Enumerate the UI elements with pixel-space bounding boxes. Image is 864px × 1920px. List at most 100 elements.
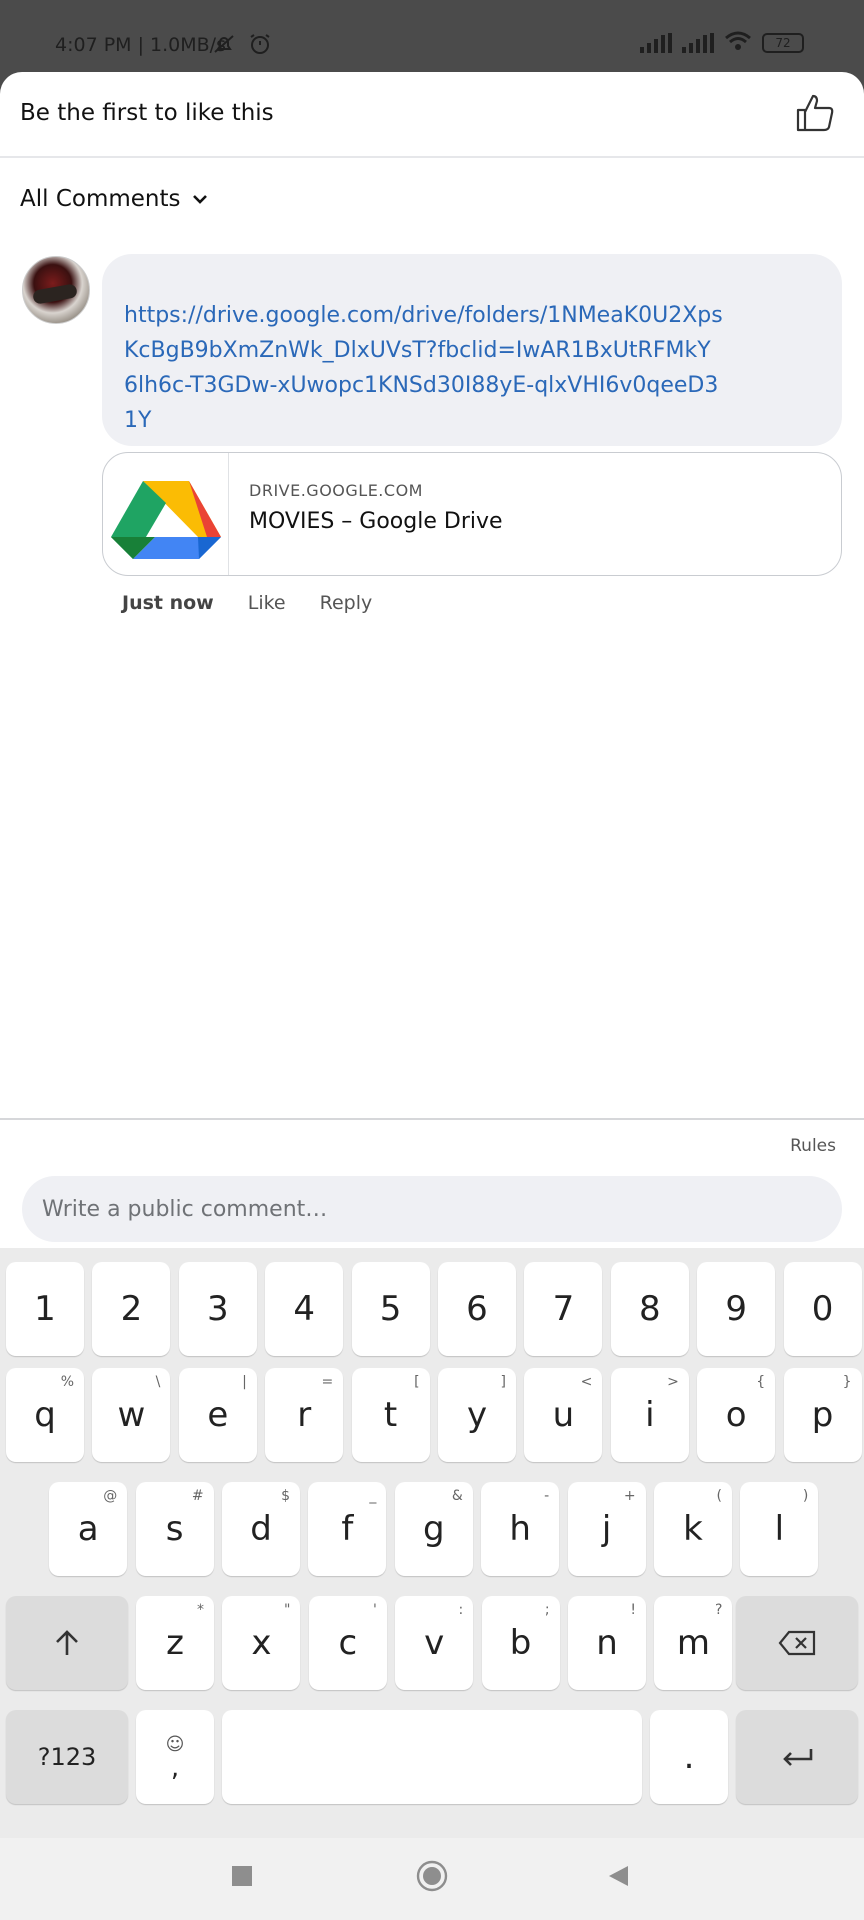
key-f[interactable]: _ f bbox=[308, 1482, 387, 1576]
avatar[interactable] bbox=[22, 256, 90, 324]
key-label: r bbox=[297, 1395, 312, 1435]
key-v[interactable]: :v bbox=[395, 1596, 474, 1690]
back-icon[interactable] bbox=[606, 1864, 630, 1892]
key-y[interactable]: ] y bbox=[438, 1368, 516, 1462]
key-hint: # bbox=[191, 1488, 204, 1504]
comment-bubble: https://drive.google.com/drive/folders/1… bbox=[102, 254, 842, 446]
key-label: e bbox=[207, 1395, 229, 1435]
like-link[interactable]: Like bbox=[248, 592, 286, 614]
key-label: 0 bbox=[811, 1289, 834, 1329]
key-hint: " bbox=[283, 1602, 291, 1618]
key-s[interactable]: # s bbox=[135, 1482, 214, 1576]
key-e[interactable]: | e bbox=[178, 1368, 257, 1462]
key-7[interactable]: 7 bbox=[524, 1262, 603, 1356]
key-label: c bbox=[338, 1623, 358, 1663]
recents-icon[interactable] bbox=[230, 1864, 254, 1892]
key-0[interactable]: 0 bbox=[783, 1262, 862, 1356]
key-label: j bbox=[601, 1509, 612, 1549]
link-preview-card[interactable]: DRIVE.GOOGLE.COM MOVIES – Google Drive bbox=[102, 452, 842, 576]
key-hint: $ bbox=[281, 1488, 290, 1504]
key-5[interactable]: 5 bbox=[351, 1262, 430, 1356]
key-n[interactable]: ! n bbox=[568, 1596, 646, 1690]
key-hint: ; bbox=[544, 1602, 550, 1618]
keyboard-row-bottom: ?123 ☺ , . bbox=[0, 1710, 864, 1806]
key-6[interactable]: 6 bbox=[438, 1262, 516, 1356]
key-hint: \ bbox=[155, 1374, 161, 1390]
key-label: q bbox=[34, 1395, 56, 1435]
period-key[interactable]: . bbox=[650, 1710, 728, 1804]
key-l[interactable]: ) l bbox=[740, 1482, 819, 1576]
key-label: b bbox=[509, 1623, 532, 1663]
key-z[interactable]: * z bbox=[136, 1596, 214, 1690]
key-label: g bbox=[423, 1509, 445, 1549]
key-3[interactable]: 3 bbox=[178, 1262, 257, 1356]
key-label: 9 bbox=[725, 1289, 747, 1329]
comment-input[interactable] bbox=[22, 1176, 842, 1242]
number-row: 1 2 3 4 5 6 7 8 9 0 bbox=[0, 1262, 864, 1358]
key-hint: ) bbox=[802, 1488, 809, 1504]
key-hint: % bbox=[60, 1374, 74, 1390]
key-1[interactable]: 1 bbox=[6, 1262, 84, 1356]
key-4[interactable]: 4 bbox=[265, 1262, 344, 1356]
home-icon[interactable] bbox=[416, 1860, 448, 1896]
key-i[interactable]: > i bbox=[610, 1368, 689, 1462]
signal-icon bbox=[640, 33, 672, 53]
key-c[interactable]: ' c bbox=[308, 1596, 387, 1690]
wifi-icon bbox=[724, 30, 752, 56]
key-hint: [ bbox=[414, 1374, 420, 1390]
key-x[interactable]: " x bbox=[222, 1596, 301, 1690]
on-screen-keyboard: 1234567890 % q \ w | e = r[t] y < u > i{o} p @ a # s $ d _ f… bbox=[0, 1248, 864, 1838]
comments-filter-dropdown[interactable]: All Comments bbox=[20, 186, 209, 212]
key-label: 6 bbox=[466, 1289, 488, 1329]
symbols-key[interactable]: ?123 bbox=[6, 1710, 128, 1804]
comments-filter-label: All Comments bbox=[20, 186, 181, 212]
backspace-key[interactable] bbox=[736, 1596, 858, 1690]
key-a[interactable]: @ a bbox=[49, 1482, 128, 1576]
key-label: i bbox=[645, 1395, 655, 1435]
key-label: p bbox=[811, 1395, 834, 1435]
enter-icon bbox=[783, 1749, 813, 1766]
key-b[interactable]: ; b bbox=[481, 1596, 560, 1690]
comments-sheet: Be the first to like this All Comments h… bbox=[0, 72, 864, 1300]
key-label: 7 bbox=[552, 1289, 575, 1329]
key-label: u bbox=[552, 1395, 575, 1435]
keyboard-row-2: @ a # s $ d _ f & g - h + j(k) l bbox=[0, 1482, 864, 1578]
enter-key[interactable] bbox=[736, 1710, 858, 1804]
key-k[interactable]: (k bbox=[654, 1482, 732, 1576]
comment-link[interactable]: https://drive.google.com/drive/folders/1… bbox=[124, 298, 724, 438]
comment-time: Just now bbox=[122, 592, 214, 614]
key-8[interactable]: 8 bbox=[610, 1262, 689, 1356]
key-g[interactable]: & g bbox=[394, 1482, 473, 1576]
key-j[interactable]: + j bbox=[567, 1482, 646, 1576]
key-t[interactable]: [t bbox=[351, 1368, 430, 1462]
likes-text: Be the first to like this bbox=[20, 100, 274, 126]
key-label: a bbox=[77, 1509, 99, 1549]
key-w[interactable]: \ w bbox=[92, 1368, 171, 1462]
reply-link[interactable]: Reply bbox=[320, 592, 373, 614]
key-9[interactable]: 9 bbox=[697, 1262, 776, 1356]
composer-divider bbox=[0, 1118, 864, 1120]
key-u[interactable]: < u bbox=[524, 1368, 603, 1462]
key-2[interactable]: 2 bbox=[92, 1262, 171, 1356]
space-key[interactable] bbox=[222, 1710, 642, 1804]
shift-key[interactable] bbox=[6, 1596, 128, 1690]
key-d[interactable]: $ d bbox=[222, 1482, 300, 1576]
status-time: 4:07 PM | 1.0MB/s bbox=[55, 34, 226, 56]
comma-label: , bbox=[170, 1752, 180, 1783]
keyboard-row-3: * z " x ' c: v; b! n? m bbox=[0, 1596, 864, 1692]
shift-arrow-icon bbox=[56, 1630, 78, 1655]
key-label: h bbox=[509, 1509, 531, 1549]
key-o[interactable]: {o bbox=[697, 1368, 776, 1462]
signal-icon-2 bbox=[682, 33, 714, 53]
rules-link[interactable]: Rules bbox=[790, 1136, 836, 1156]
key-r[interactable]: = r bbox=[265, 1368, 344, 1462]
key-p[interactable]: } p bbox=[783, 1368, 862, 1462]
key-label: v bbox=[424, 1623, 445, 1663]
key-m[interactable]: ? m bbox=[654, 1596, 733, 1690]
key-h[interactable]: -h bbox=[481, 1482, 560, 1576]
thumbs-up-icon[interactable] bbox=[794, 92, 836, 134]
key-hint: & bbox=[451, 1488, 463, 1504]
key-q[interactable]: % q bbox=[6, 1368, 84, 1462]
comma-key[interactable]: ☺ , bbox=[136, 1710, 214, 1804]
mute-icon bbox=[212, 32, 234, 54]
